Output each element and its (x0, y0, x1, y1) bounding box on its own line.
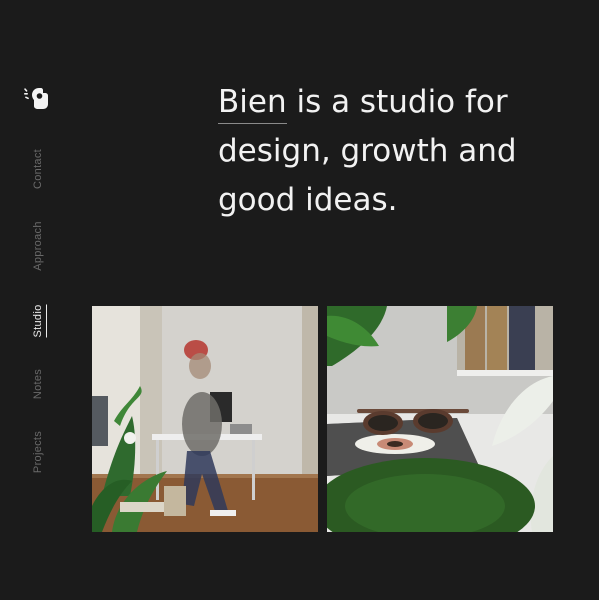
nav-item-projects[interactable]: Projects (32, 431, 44, 473)
nav-item-contact[interactable]: Contact (32, 149, 44, 189)
studio-office-photo (92, 306, 318, 532)
headline-brand-link[interactable]: Bien (218, 84, 287, 120)
hero-headline: Bien is a studio for design, growth and … (218, 78, 558, 225)
nav-item-studio[interactable]: Studio (32, 305, 44, 338)
sunglasses-on-book-photo (327, 306, 553, 532)
side-nav: Contact Approach Studio Notes Projects (0, 0, 80, 600)
nav-item-approach[interactable]: Approach (32, 221, 44, 271)
page-frame: Contact Approach Studio Notes Projects B… (0, 0, 599, 600)
nav-item-notes[interactable]: Notes (32, 369, 44, 399)
